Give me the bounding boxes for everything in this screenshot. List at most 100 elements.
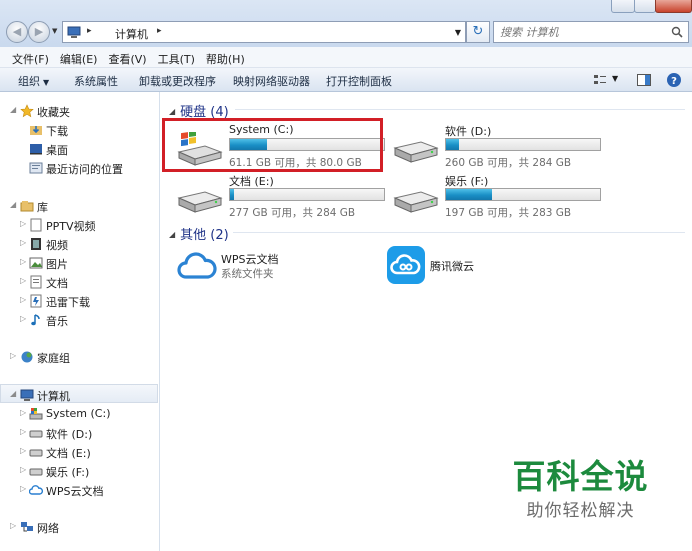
drive-space-info: 277 GB 可用，共 284 GB xyxy=(229,207,356,219)
weiyun-item[interactable]: 腾讯微云 xyxy=(386,246,566,286)
change-view-icon[interactable] xyxy=(592,72,608,88)
breadcrumb-computer[interactable]: 计算机 xyxy=(115,26,148,42)
nav-favorites[interactable]: ◢ 收藏夹 xyxy=(0,101,158,120)
library-icon xyxy=(20,201,34,212)
nav-homegroup-label: 家庭组 xyxy=(37,352,70,365)
nav-libraries-label: 库 xyxy=(37,201,48,214)
nav-computer[interactable]: ◢ 计算机 xyxy=(0,384,158,403)
arrow-left-icon: ◀ xyxy=(12,25,22,38)
group-header-other[interactable]: ◢ 其他 (2) xyxy=(169,224,229,243)
expanded-arrow-icon[interactable]: ◢ xyxy=(10,105,16,114)
nav-downloads[interactable]: 下载 xyxy=(0,120,158,139)
nav-pptv-label: PPTV视频 xyxy=(46,220,96,233)
maximize-button[interactable] xyxy=(634,0,656,13)
expanded-arrow-icon[interactable]: ◢ xyxy=(169,107,175,116)
organize-button[interactable]: 组织 ▼ xyxy=(18,73,49,89)
collapsed-arrow-icon[interactable]: ▷ xyxy=(20,295,26,304)
computer-icon xyxy=(67,26,81,38)
nav-thunder-downloads[interactable]: ▷ 迅雷下载 xyxy=(0,291,158,310)
nav-drive-d[interactable]: ▷ 软件 (D:) xyxy=(0,423,158,442)
cloud-icon xyxy=(29,485,43,495)
nav-desktop[interactable]: 桌面 xyxy=(0,139,158,158)
close-button[interactable] xyxy=(655,0,692,13)
collapsed-arrow-icon[interactable]: ▷ xyxy=(20,276,26,285)
menu-tools[interactable]: 工具(T) xyxy=(153,47,201,67)
library-folder-icon xyxy=(30,218,42,232)
nav-pictures-label: 图片 xyxy=(46,258,68,271)
address-field[interactable]: ▸ 计算机 ▸ ▼ xyxy=(62,21,466,43)
nav-pptv[interactable]: ▷ PPTV视频 xyxy=(0,215,158,234)
minimize-button[interactable] xyxy=(611,0,635,13)
search-icon[interactable] xyxy=(671,26,683,38)
nav-pictures[interactable]: ▷ 图片 xyxy=(0,253,158,272)
star-icon xyxy=(20,104,34,118)
menu-bar: 文件(F) 编辑(E) 查看(V) 工具(T) 帮助(H) xyxy=(0,47,692,68)
nav-wps-cloud[interactable]: ▷ WPS云文档 xyxy=(0,480,158,499)
collapsed-arrow-icon[interactable]: ▷ xyxy=(20,465,26,474)
recent-pages-dropdown[interactable]: ▼ xyxy=(52,27,57,35)
drive-space-info: 197 GB 可用，共 283 GB xyxy=(445,207,572,219)
collapsed-arrow-icon[interactable]: ▷ xyxy=(20,484,26,493)
expanded-arrow-icon[interactable]: ◢ xyxy=(10,389,16,398)
nav-downloads-label: 下载 xyxy=(46,125,68,138)
back-button[interactable]: ◀ xyxy=(6,21,28,43)
recent-places-icon xyxy=(29,162,43,174)
music-note-icon xyxy=(31,314,40,326)
menu-file[interactable]: 文件(F) xyxy=(7,47,55,67)
document-icon xyxy=(30,275,42,289)
menu-edit[interactable]: 编辑(E) xyxy=(55,47,104,67)
collapsed-arrow-icon[interactable]: ▷ xyxy=(20,408,26,417)
collapsed-arrow-icon[interactable]: ▷ xyxy=(20,238,26,247)
search-box[interactable] xyxy=(493,21,689,43)
nav-recent-places-label: 最近访问的位置 xyxy=(46,163,123,176)
nav-computer-label: 计算机 xyxy=(37,390,70,403)
collapsed-arrow-icon[interactable]: ▷ xyxy=(20,219,26,228)
nav-drive-f[interactable]: ▷ 娱乐 (F:) xyxy=(0,461,158,480)
collapsed-arrow-icon[interactable]: ▷ xyxy=(10,521,16,530)
video-icon xyxy=(31,238,41,250)
nav-drive-c-label: System (C:) xyxy=(46,407,111,420)
drive-usage-bar xyxy=(229,188,385,201)
collapsed-arrow-icon[interactable]: ▷ xyxy=(20,257,26,266)
drive-space-info: 260 GB 可用，共 284 GB xyxy=(445,157,572,169)
nav-videos[interactable]: ▷ 视频 xyxy=(0,234,158,253)
help-icon[interactable]: ? xyxy=(666,72,682,88)
drive-item[interactable]: 娱乐 (F:) 197 GB 可用，共 283 GB xyxy=(387,172,607,220)
weiyun-cloud-icon xyxy=(387,246,425,284)
collapsed-arrow-icon[interactable]: ▷ xyxy=(20,314,26,323)
nav-drive-c[interactable]: ▷ System (C:) xyxy=(0,404,158,423)
nav-documents[interactable]: ▷ 文档 xyxy=(0,272,158,291)
forward-button[interactable]: ▶ xyxy=(28,21,50,43)
drive-item[interactable]: 文档 (E:) 277 GB 可用，共 284 GB xyxy=(171,172,391,220)
uninstall-program-button[interactable]: 卸载或更改程序 xyxy=(139,73,216,89)
collapsed-arrow-icon[interactable]: ▷ xyxy=(10,351,16,360)
open-control-panel-button[interactable]: 打开控制面板 xyxy=(326,73,392,89)
item-name: WPS云文档 xyxy=(221,253,279,266)
nav-libraries[interactable]: ◢ 库 xyxy=(0,196,158,215)
nav-recent-places[interactable]: 最近访问的位置 xyxy=(0,158,158,177)
breadcrumb-separator[interactable]: ▸ xyxy=(87,26,92,36)
view-dropdown-icon[interactable]: ▼ xyxy=(612,74,618,83)
expanded-arrow-icon[interactable]: ◢ xyxy=(10,200,16,209)
watermark-subtitle: 助你轻松解决 xyxy=(526,501,635,521)
menu-help[interactable]: 帮助(H) xyxy=(201,47,251,67)
nav-network[interactable]: ▷ 网络 xyxy=(0,517,158,536)
breadcrumb-separator[interactable]: ▸ xyxy=(157,26,162,36)
system-properties-button[interactable]: 系统属性 xyxy=(74,73,118,89)
hard-drive-icon xyxy=(29,468,43,476)
expanded-arrow-icon[interactable]: ◢ xyxy=(169,230,175,239)
map-network-drive-button[interactable]: 映射网络驱动器 xyxy=(233,73,310,89)
chevron-down-icon[interactable]: ▼ xyxy=(455,28,461,37)
drive-item[interactable]: 软件 (D:) 260 GB 可用，共 284 GB xyxy=(387,122,607,170)
collapsed-arrow-icon[interactable]: ▷ xyxy=(20,427,26,436)
nav-music[interactable]: ▷ 音乐 xyxy=(0,310,158,329)
menu-view[interactable]: 查看(V) xyxy=(103,47,152,67)
preview-pane-icon[interactable] xyxy=(636,72,652,88)
refresh-button[interactable]: ↻ xyxy=(466,21,490,43)
drive-usage-fill xyxy=(446,139,460,150)
nav-drive-e[interactable]: ▷ 文档 (E:) xyxy=(0,442,158,461)
wps-cloud-item[interactable]: WPS云文档 系统文件夹 xyxy=(177,247,357,287)
search-input[interactable] xyxy=(494,22,664,42)
nav-homegroup[interactable]: ▷ 家庭组 xyxy=(0,347,158,366)
collapsed-arrow-icon[interactable]: ▷ xyxy=(20,446,26,455)
